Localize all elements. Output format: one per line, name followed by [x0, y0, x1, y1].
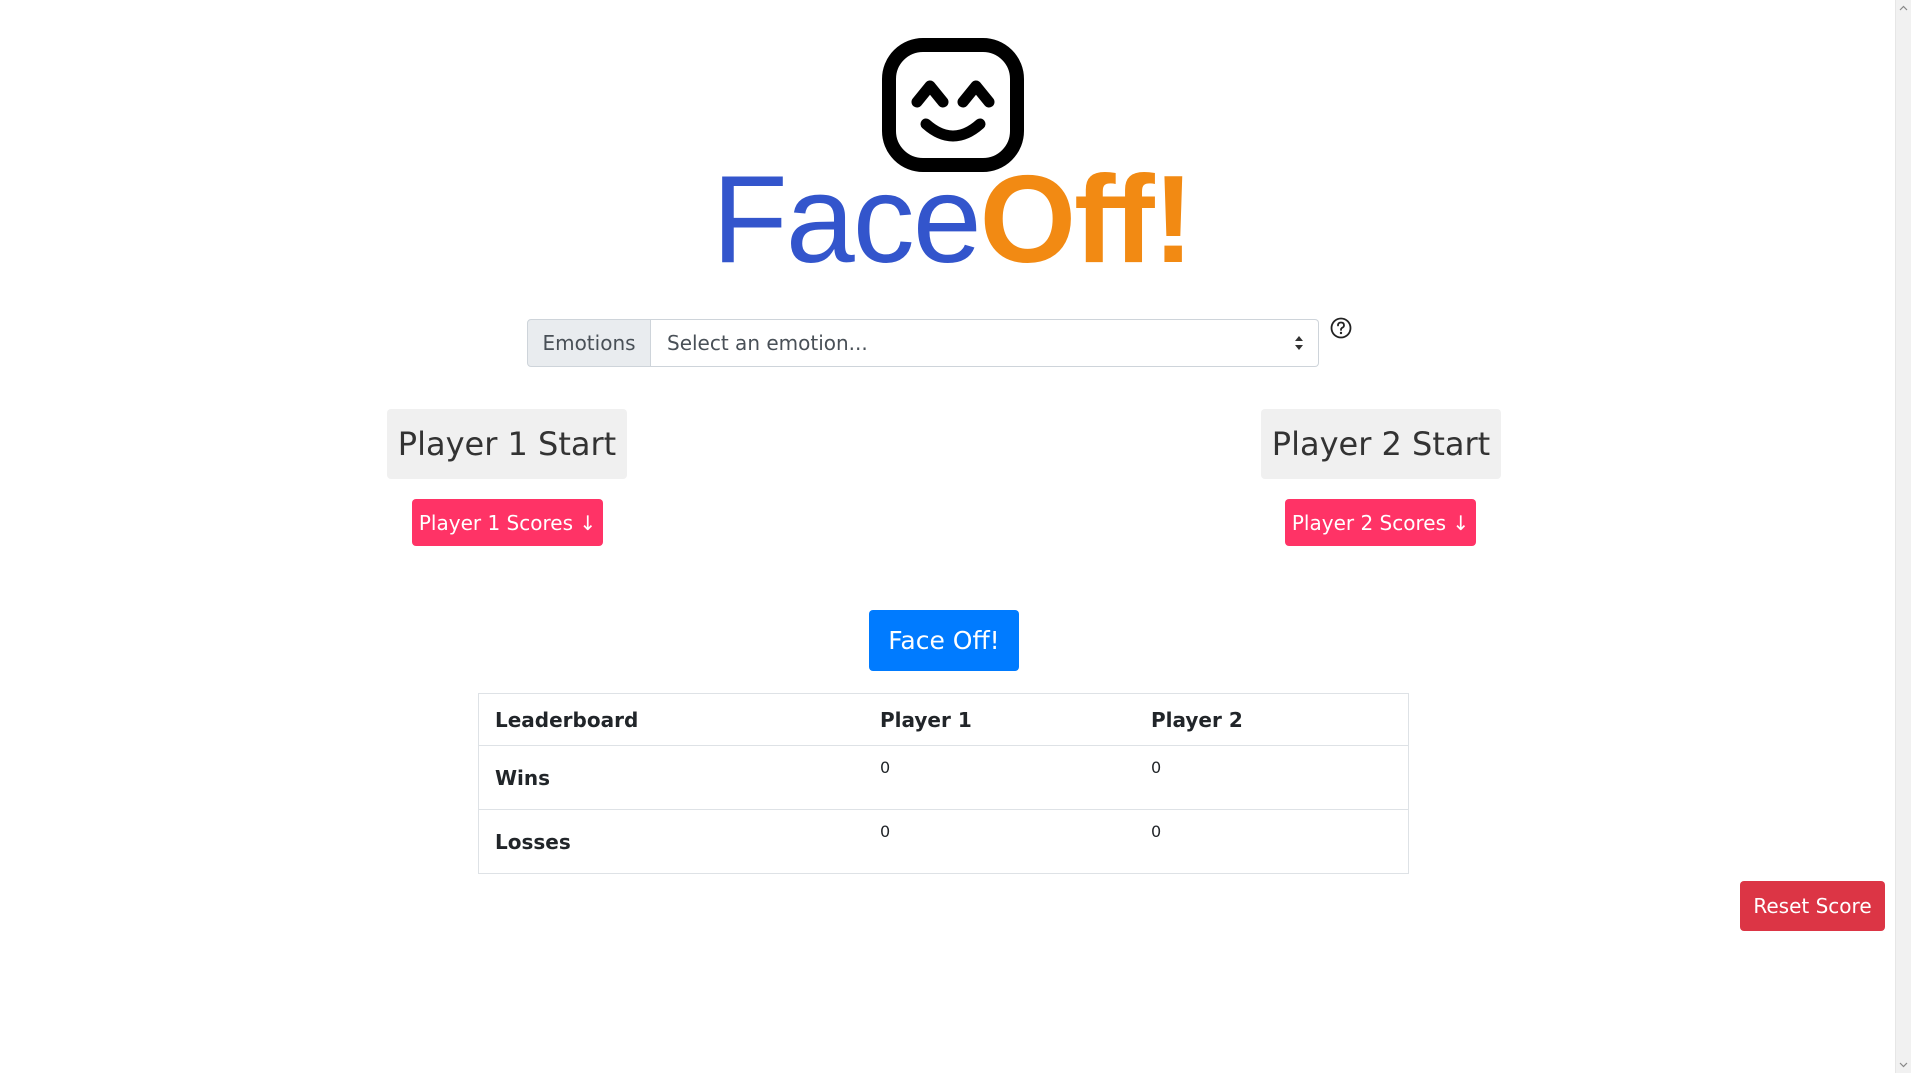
logo-wordmark: FaceOff!	[712, 158, 1194, 282]
wins-label: Wins	[478, 745, 864, 810]
page: FaceOff! Emotions Select an emotion... P…	[0, 0, 1911, 1073]
logo-word-off: Off!	[979, 151, 1194, 289]
leaderboard-table: Leaderboard Player 1 Player 2 Wins 0 0 L…	[478, 693, 1409, 874]
player-2-header: Player 2	[1135, 693, 1409, 746]
player-1-wins: 0	[864, 745, 1135, 810]
vertical-scrollbar[interactable]	[1895, 0, 1911, 1073]
chevron-updown-icon	[1295, 336, 1303, 350]
emotion-select-value: Select an emotion...	[667, 331, 868, 355]
emotions-label: Emotions	[527, 319, 651, 367]
player-1-losses: 0	[864, 809, 1135, 874]
reset-score-button[interactable]: Reset Score	[1740, 881, 1885, 931]
losses-label: Losses	[478, 809, 864, 874]
scroll-up-icon[interactable]	[1899, 4, 1908, 13]
emotion-input-group: Emotions Select an emotion...	[527, 319, 1319, 367]
logo-word-face: Face	[712, 151, 982, 289]
player-2-losses: 0	[1135, 809, 1409, 874]
emotion-select[interactable]: Select an emotion...	[651, 319, 1319, 367]
question-circle-icon[interactable]	[1330, 317, 1352, 339]
player-2-start-button[interactable]: Player 2 Start	[1261, 409, 1501, 479]
player-2-wins: 0	[1135, 745, 1409, 810]
player-1-header: Player 1	[864, 693, 1135, 746]
player-1-scores-button[interactable]: Player 1 Scores ↓	[412, 499, 603, 546]
leaderboard-header: Leaderboard	[478, 693, 864, 746]
face-off-button[interactable]: Face Off!	[869, 610, 1019, 671]
player-1-start-button[interactable]: Player 1 Start	[387, 409, 627, 479]
table-row: Losses 0 0	[478, 809, 1409, 874]
table-row: Wins 0 0	[478, 745, 1409, 810]
player-2-scores-button[interactable]: Player 2 Scores ↓	[1285, 499, 1476, 546]
leaderboard-header-row: Leaderboard Player 1 Player 2	[478, 693, 1409, 746]
scroll-down-icon[interactable]	[1899, 1060, 1908, 1069]
